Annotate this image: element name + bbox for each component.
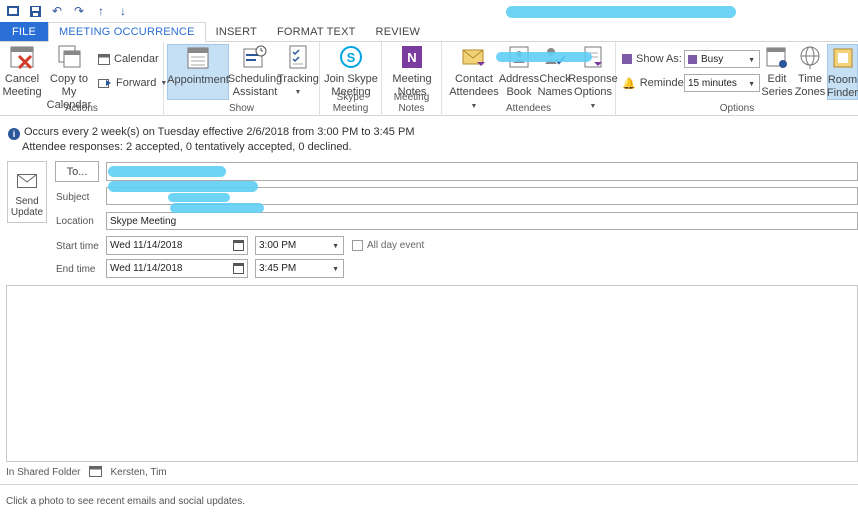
recurrence-text: Occurs every 2 week(s) on Tuesday effect…	[24, 126, 415, 138]
tracking-icon	[285, 44, 311, 70]
reminder-dropdown[interactable]: 15 minutes ▼	[684, 74, 760, 92]
end-time-dropdown[interactable]: 3:45 PM ▼	[255, 259, 344, 278]
cancel-meeting-icon	[9, 44, 35, 70]
subject-label: Subject	[56, 192, 90, 203]
contact-attendees-icon	[461, 44, 487, 70]
chevron-down-icon: ▼	[332, 243, 339, 250]
envelope-icon	[17, 174, 37, 188]
scheduling-icon	[242, 44, 268, 70]
people-pane-hint: Click a photo to see recent emails and s…	[6, 496, 246, 507]
copy-calendar-icon	[56, 44, 82, 70]
redacted-location-overlay	[170, 203, 264, 213]
time-zones-button[interactable]: Time Zones	[794, 44, 826, 100]
chevron-down-icon: ▼	[748, 57, 755, 64]
redacted-subject-value	[108, 181, 258, 192]
group-label-actions: Actions	[65, 103, 98, 114]
redo-icon[interactable]: ↷	[72, 4, 86, 18]
busy-swatch	[688, 54, 697, 64]
tab-file[interactable]: FILE	[0, 22, 48, 41]
down-arrow-icon[interactable]: ↓	[116, 4, 130, 18]
forward-icon	[98, 79, 111, 88]
copy-to-my-calendar-button[interactable]: Copy to My Calendar	[42, 44, 96, 111]
tab-insert[interactable]: INSERT	[206, 22, 267, 41]
redacted-subject-value-2	[168, 193, 230, 202]
group-label-skype: Skype Meeting	[332, 92, 369, 114]
chevron-down-icon: ▼	[748, 81, 755, 88]
calendar-icon[interactable]	[233, 240, 244, 251]
group-meeting-notes: N Meeting Notes Meeting Notes	[382, 42, 442, 116]
edit-series-button[interactable]: Edit Series	[761, 44, 793, 100]
cancel-meeting-button[interactable]: Cancel Meeting	[2, 44, 42, 100]
start-date-picker[interactable]: Wed 11/14/2018	[106, 236, 248, 255]
contact-attendees-button[interactable]: Contact Attendees ▼	[446, 44, 502, 110]
tab-format-text[interactable]: FORMAT TEXT	[267, 22, 366, 41]
title-bar: ↶ ↷ ↑ ↓	[0, 0, 858, 22]
group-label-attendees: Attendees	[505, 103, 552, 114]
group-show: Appointment Scheduling Assistant Trackin…	[164, 42, 320, 116]
end-date-picker[interactable]: Wed 11/14/2018	[106, 259, 248, 278]
redacted-to-value	[108, 166, 226, 177]
svg-text:N: N	[407, 50, 416, 65]
location-label: Location	[56, 216, 94, 227]
calendar-button[interactable]: Calendar	[98, 50, 159, 68]
start-time-label: Start time	[56, 241, 99, 252]
appointment-icon	[185, 45, 211, 71]
all-day-checkbox[interactable]	[352, 240, 363, 251]
redacted-window-title	[506, 6, 736, 18]
undo-icon[interactable]: ↶	[50, 4, 64, 18]
group-label-options: Options	[719, 103, 755, 114]
bell-icon: 🔔	[622, 77, 636, 90]
calendar-icon[interactable]	[233, 263, 244, 274]
svg-text:S: S	[347, 50, 356, 65]
message-body[interactable]	[6, 285, 858, 462]
group-label-show: Show	[228, 103, 254, 114]
globe-icon	[797, 44, 823, 70]
redacted-ribbon-text	[496, 52, 592, 62]
up-arrow-icon[interactable]: ↑	[94, 4, 108, 18]
group-skype-meeting: S Join Skype Meeting Skype Meeting	[320, 42, 382, 116]
show-as-icon	[622, 54, 632, 64]
recurrence-info: i Occurs every 2 week(s) on Tuesday effec…	[8, 125, 414, 154]
scheduling-assistant-button[interactable]: Scheduling Assistant	[228, 44, 282, 100]
ribbon-tabs: FILE MEETING OCCURRENCE INSERT FORMAT TE…	[0, 22, 858, 42]
calendar-icon	[98, 54, 110, 65]
to-button[interactable]: To...	[55, 161, 99, 182]
tab-review[interactable]: REVIEW	[366, 22, 431, 41]
folder-calendar-icon	[88, 465, 103, 480]
shared-folder-info: In Shared Folder Kersten, Tim	[6, 465, 167, 480]
reminder-control: 🔔 Reminder:	[622, 77, 691, 90]
folder-owner[interactable]: Kersten, Tim	[111, 467, 167, 478]
attendee-responses: Attendee responses: 2 accepted, 0 tentat…	[22, 141, 352, 153]
appointment-button[interactable]: Appointment	[167, 44, 229, 100]
divider	[0, 484, 858, 485]
outlook-icon	[6, 4, 20, 18]
room-finder-button[interactable]: Room Finder	[827, 44, 858, 100]
room-finder-icon	[830, 45, 856, 71]
ribbon: Cancel Meeting Copy to My Calendar Calen…	[0, 42, 858, 116]
group-options: Show As: Busy ▼ 🔔 Reminder: 15 minutes ▼…	[616, 42, 858, 116]
info-icon: i	[8, 128, 20, 140]
edit-series-icon	[764, 44, 790, 70]
skype-icon: S	[338, 44, 364, 70]
tab-meeting-occurrence[interactable]: MEETING OCCURRENCE	[48, 22, 206, 42]
onenote-icon: N	[399, 44, 425, 70]
chevron-down-icon: ▼	[294, 89, 302, 96]
tracking-button[interactable]: Tracking ▼	[277, 44, 319, 100]
show-as-control: Show As:	[622, 50, 682, 68]
all-day-label: All day event	[367, 240, 425, 251]
group-actions: Cancel Meeting Copy to My Calendar Calen…	[0, 42, 167, 116]
start-time-dropdown[interactable]: 3:00 PM ▼	[255, 236, 344, 255]
forward-button[interactable]: Forward ▼	[98, 74, 167, 92]
group-attendees: Contact Attendees ▼ Address Book Check N…	[442, 42, 618, 116]
show-as-dropdown[interactable]: Busy ▼	[684, 50, 760, 68]
end-time-label: End time	[56, 264, 96, 275]
send-update-button[interactable]: Send Update	[7, 161, 47, 223]
group-label-notes: Meeting Notes	[393, 92, 430, 114]
save-icon[interactable]	[28, 4, 42, 18]
chevron-down-icon: ▼	[332, 266, 339, 273]
location-field[interactable]: Skype Meeting	[106, 212, 858, 230]
